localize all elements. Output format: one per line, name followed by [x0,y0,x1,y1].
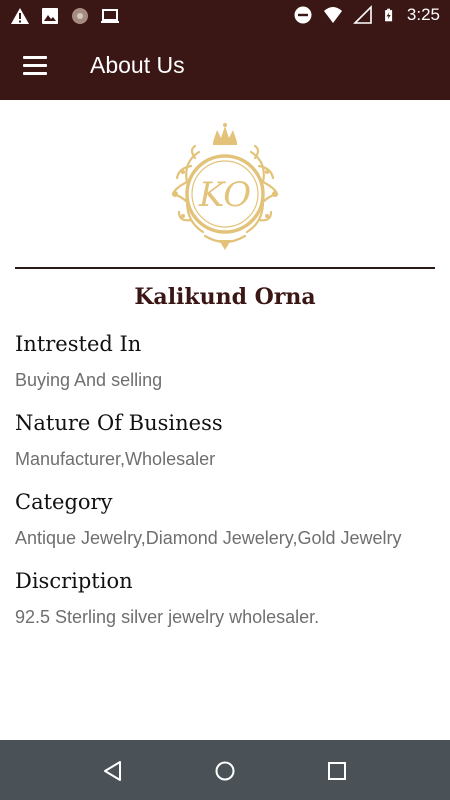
battery-charging-icon [385,8,393,22]
back-icon[interactable] [100,758,126,784]
laptop-icon [101,9,119,23]
about-content: KO Kalikund Orna Intrested In Buying And… [0,100,450,740]
warning-icon [11,8,29,24]
app-bar: About Us [0,32,450,100]
description-label: Discription [15,569,133,593]
do-not-disturb-icon [294,6,312,24]
status-bar: 3:25 [0,0,450,32]
nature-of-business-label: Nature Of Business [15,411,223,435]
signal-icon [352,5,372,24]
nature-of-business-value: Manufacturer,Wholesaler [15,449,216,469]
divider [15,267,435,269]
company-logo: KO [171,123,279,250]
status-time: 3:25 [406,5,440,24]
interested-in-label: Intrested In [15,332,142,356]
recents-icon[interactable] [324,758,350,784]
category-label: Category [15,490,113,514]
hamburger-menu-icon[interactable] [14,50,58,82]
interested-in-value: Buying And selling [15,370,163,390]
logo-monogram: KO [198,175,251,215]
page-title: About Us [90,52,185,78]
description-value: 92.5 Sterling silver jewelry wholesaler. [15,607,320,627]
home-icon[interactable] [212,758,238,784]
category-value: Antique Jewelry,Diamond Jewelery,Gold Je… [15,528,402,548]
image-icon [42,8,58,24]
system-nav-bar [0,740,450,800]
company-name: Kalikund Orna [134,284,316,310]
media-icon [72,8,88,24]
wifi-icon [323,7,342,23]
